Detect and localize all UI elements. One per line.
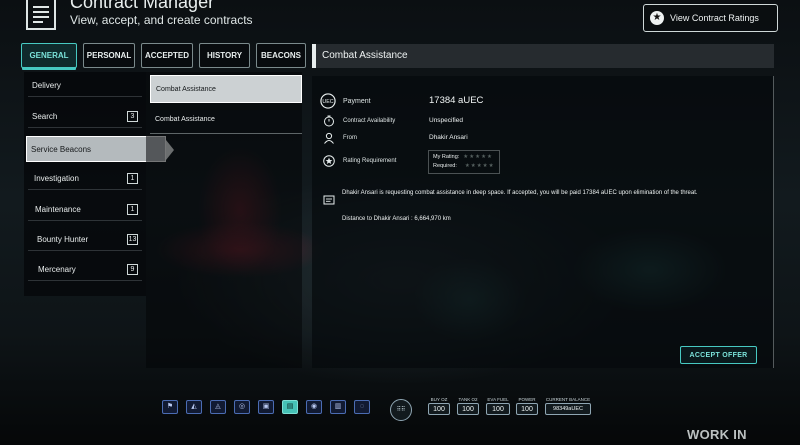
description-icon: [323, 195, 335, 205]
work-in-progress-watermark: WORK IN PROGRESS: [687, 427, 763, 445]
category-count: 9: [127, 264, 138, 275]
distance-text: Distance to Dhakir Ansari : 6,664,970 km: [342, 216, 451, 222]
tab-personal[interactable]: PERSONAL: [83, 43, 135, 68]
category-maintenance[interactable]: Maintenance 1: [28, 199, 142, 221]
stat-value: 100: [486, 403, 510, 415]
category-label: Service Beacons: [31, 144, 92, 154]
svg-text:UEC: UEC: [322, 99, 333, 105]
star-icon: ★: [650, 11, 664, 25]
contract-list: Combat Assistance Combat Assistance: [146, 72, 302, 368]
category-label: Bounty Hunter: [37, 235, 89, 244]
category-count: 1: [127, 173, 138, 184]
page-subtitle: View, accept, and create contracts: [70, 13, 253, 27]
required-stars: ★★★★★: [464, 163, 495, 169]
from-label: From: [343, 135, 357, 141]
category-service-beacons[interactable]: Service Beacons: [26, 136, 174, 162]
payment-icon: UEC: [320, 93, 336, 109]
stat-buy-oz: BUY OZ 100: [428, 397, 450, 417]
payment-label: Payment: [343, 97, 371, 105]
cargo-icon[interactable]: ▣: [258, 400, 274, 414]
contract-description: Dhakir Ansari is requesting combat assis…: [342, 190, 698, 196]
category-label: Investigation: [34, 174, 79, 183]
my-rating-stars: ★★★★★: [463, 154, 493, 160]
category-search[interactable]: Search 3: [28, 106, 142, 128]
grid-menu-icon[interactable]: ⠿⠿: [390, 399, 412, 421]
tab-general[interactable]: GENERAL: [21, 43, 77, 68]
detail-title: Combat Assistance: [312, 44, 774, 68]
stat-label: CURRENT BALANCE: [545, 397, 591, 402]
contract-item[interactable]: Combat Assistance: [150, 106, 302, 134]
category-label: Maintenance: [35, 205, 81, 214]
comms-icon[interactable]: ▥: [330, 400, 346, 414]
contract-item[interactable]: Combat Assistance: [150, 75, 302, 103]
view-contract-ratings-button[interactable]: ★ View Contract Ratings: [643, 4, 778, 32]
person-icon: [324, 132, 334, 144]
stat-label: BUY OZ: [430, 397, 448, 402]
category-list: Delivery Search 3 Service Beacons Invest…: [24, 72, 174, 296]
crew-icon[interactable]: ⚑: [162, 400, 178, 414]
category-count: 13: [127, 234, 138, 245]
stat-label: POWER: [518, 397, 536, 402]
weapons-icon[interactable]: ◉: [306, 400, 322, 414]
page-title: Contract Manager: [70, 0, 215, 12]
rating-box: My Rating: ★★★★★ Required: ★★★★★: [428, 150, 500, 174]
contracts-icon[interactable]: ▤: [282, 400, 298, 414]
from-value: Dhakir Ansari: [429, 134, 468, 141]
my-rating-label: My Rating:: [433, 154, 460, 160]
stat-value: 98349aUEC: [545, 403, 591, 415]
stat-tank-o2: TANK O2 100: [457, 397, 479, 417]
accept-offer-button[interactable]: ACCEPT OFFER: [680, 346, 757, 364]
category-delivery[interactable]: Delivery: [28, 75, 142, 97]
stat-label: EVA FUEL: [487, 397, 509, 402]
scan-icon[interactable]: ◌: [354, 400, 370, 414]
category-label: Search: [32, 112, 58, 121]
category-investigation[interactable]: Investigation 1: [28, 168, 142, 190]
view-contract-ratings-label: View Contract Ratings: [670, 13, 759, 23]
rating-requirement-label: Rating Requirement: [343, 158, 397, 164]
category-mercenary[interactable]: Mercenary 9: [28, 259, 142, 281]
category-bounty-hunter[interactable]: Bounty Hunter 13: [28, 229, 142, 251]
tab-accepted[interactable]: ACCEPTED: [141, 43, 193, 68]
stat-current-balance: CURRENT BALANCE 98349aUEC: [545, 397, 591, 417]
stat-value: 100: [428, 403, 450, 415]
contract-detail-panel: UEC Payment 17384 aUEC Contract Availabi…: [312, 76, 774, 368]
category-count: 3: [127, 111, 138, 122]
rating-star-icon: [323, 155, 335, 167]
availability-value: Unspecified: [429, 117, 463, 124]
stat-power: POWER 100: [516, 397, 538, 417]
timer-icon: [324, 115, 334, 127]
contract-manager-icon: [26, 0, 56, 30]
tab-beacons[interactable]: BEACONS: [256, 43, 306, 68]
stat-value: 100: [457, 403, 479, 415]
stat-label: TANK O2: [458, 397, 478, 402]
tab-history[interactable]: HISTORY: [199, 43, 250, 68]
quantum-icon[interactable]: ◬: [210, 400, 226, 414]
stat-value: 100: [516, 403, 538, 415]
stat-eva-fuel: EVA FUEL 100: [486, 397, 510, 417]
fuel-icon[interactable]: ◎: [234, 400, 250, 414]
nav-icon[interactable]: ◭: [186, 400, 202, 414]
availability-label: Contract Availability: [343, 118, 396, 124]
category-label: Mercenary: [38, 265, 76, 274]
payment-value: 17384 aUEC: [429, 95, 484, 106]
required-label: Required:: [433, 163, 457, 169]
category-label: Delivery: [32, 81, 61, 90]
category-count: 1: [127, 204, 138, 215]
